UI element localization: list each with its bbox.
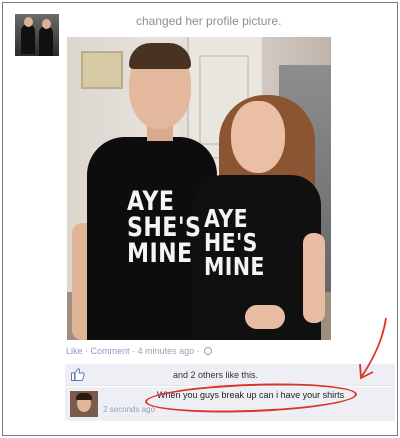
post-actions: Like · Comment · 4 minutes ago · bbox=[66, 346, 213, 356]
girl-head bbox=[231, 101, 285, 173]
commenter-avatar[interactable] bbox=[70, 391, 98, 417]
post-headline: changed her profile picture. bbox=[136, 14, 282, 28]
action-separator: · bbox=[85, 346, 89, 356]
globe-icon bbox=[204, 347, 213, 355]
profile-avatar[interactable] bbox=[15, 14, 59, 56]
thumbs-up-icon[interactable] bbox=[71, 368, 85, 381]
post-timestamp[interactable]: 4 minutes ago bbox=[138, 346, 195, 356]
action-separator-2: · bbox=[132, 346, 136, 356]
like-link[interactable]: Like bbox=[66, 346, 83, 356]
comment-time[interactable]: 2 seconds ago bbox=[103, 405, 155, 414]
likes-box: and 2 others like this. bbox=[65, 364, 395, 386]
likes-text[interactable]: and 2 others like this. bbox=[173, 370, 258, 380]
comment-link[interactable]: Comment bbox=[91, 346, 130, 356]
profile-photo[interactable]: AYE SHE'S MINE AYE HE'S MINE bbox=[67, 37, 331, 340]
wall-picture bbox=[81, 51, 123, 89]
arrow-icon bbox=[359, 317, 387, 380]
shirt-text-boy: AYE SHE'S MINE bbox=[127, 186, 202, 269]
shirt-text-girl: AYE HE'S MINE bbox=[204, 204, 265, 281]
